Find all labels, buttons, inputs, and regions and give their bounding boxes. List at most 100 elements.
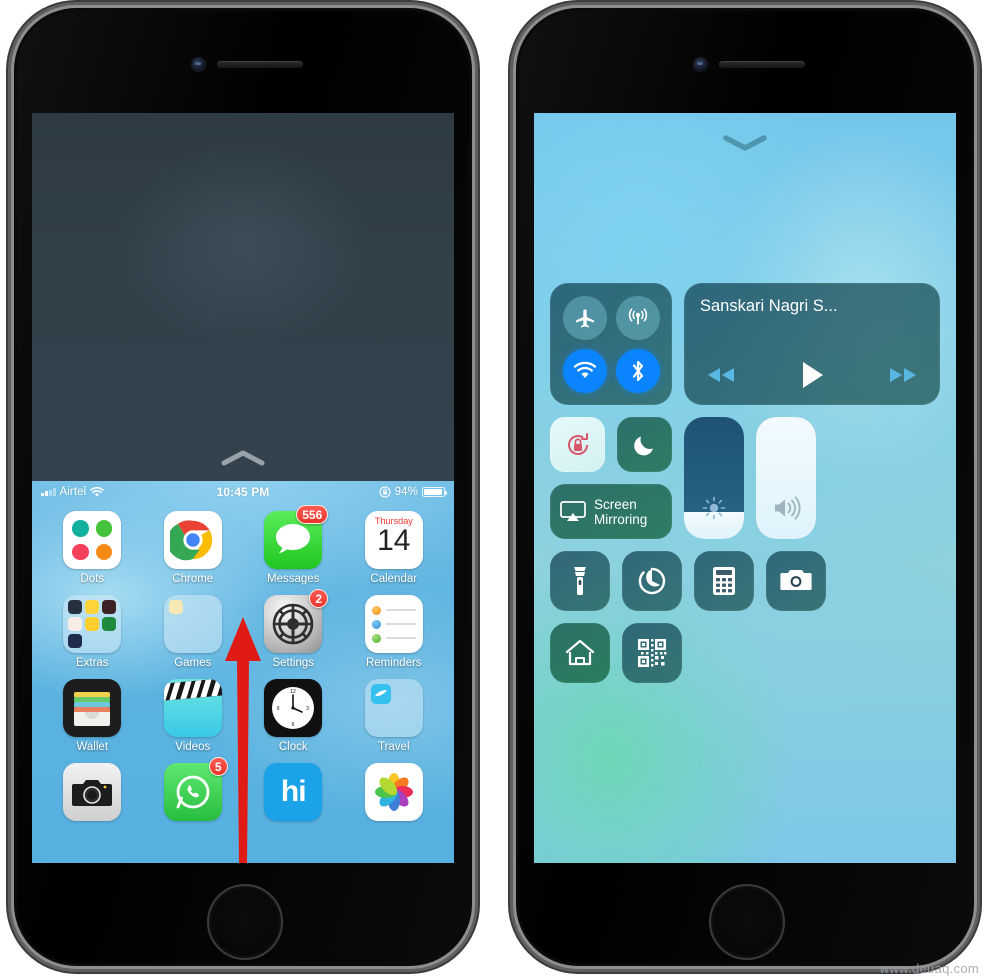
screen-mirroring-tile[interactable]: Screen Mirroring <box>550 484 672 539</box>
app-icon-chrome[interactable]: Chrome <box>156 511 230 585</box>
app-label: Videos <box>175 741 211 753</box>
chevron-up-icon[interactable] <box>221 449 265 467</box>
app-icon-games[interactable]: Games <box>156 595 230 669</box>
bluetooth-icon <box>632 360 643 381</box>
flashlight-icon <box>574 567 586 595</box>
badge-count: 556 <box>296 505 329 524</box>
fast-forward-button[interactable] <box>886 365 920 385</box>
calendar-app-icon: Thursday 14 <box>364 511 423 569</box>
app-label: Chrome <box>172 573 214 585</box>
battery-percent-label: 94% <box>394 486 418 498</box>
app-icon-videos[interactable]: Videos <box>156 679 230 753</box>
now-playing-controls <box>700 359 924 391</box>
home-shortcut[interactable] <box>550 623 610 683</box>
volume-slider[interactable] <box>756 417 816 539</box>
now-playing-tile[interactable]: Sanskari Nagri S... <box>684 283 940 405</box>
rotation-lock-toggle[interactable] <box>550 417 605 472</box>
app-icon-clock[interactable]: 12 3 6 9 Clock <box>256 679 330 753</box>
rotation-lock-icon <box>379 486 391 498</box>
home-button[interactable] <box>709 884 785 960</box>
airplane-icon <box>575 309 594 327</box>
left-phone-bezel <box>14 8 472 113</box>
dimmed-overlay-region <box>32 113 454 481</box>
rewind-button[interactable] <box>704 365 738 385</box>
timer-shortcut[interactable] <box>622 551 682 611</box>
camera-icon <box>780 570 812 591</box>
svg-text:6: 6 <box>292 722 295 728</box>
bluetooth-toggle[interactable] <box>615 348 660 393</box>
clapperboard-icon <box>163 679 222 701</box>
front-camera-icon <box>192 58 205 71</box>
qr-scanner-shortcut[interactable] <box>622 623 682 683</box>
signal-bars-icon <box>41 488 56 496</box>
control-center-row-4 <box>550 623 940 683</box>
hike-app-icon: hi <box>264 763 323 821</box>
screen-mirroring-label-line2: Mirroring <box>594 511 648 527</box>
app-icon-extras[interactable]: Extras <box>55 595 129 669</box>
app-icon-hike[interactable]: hi <box>256 763 330 825</box>
app-icon-dots[interactable]: Dots <box>55 511 129 585</box>
rotation-lock-icon <box>567 432 588 455</box>
do-not-disturb-toggle[interactable] <box>617 417 672 472</box>
app-icon-wallet[interactable]: Wallet <box>55 679 129 753</box>
camera-shortcut[interactable] <box>766 551 826 611</box>
chevron-down-icon[interactable] <box>723 133 767 151</box>
badge-count: 2 <box>309 589 329 608</box>
right-phone-bezel <box>516 8 974 113</box>
calculator-shortcut[interactable] <box>694 551 754 611</box>
cellular-data-toggle[interactable] <box>615 295 660 340</box>
control-center-row-2: Screen Mirroring <box>550 417 940 539</box>
app-label: Extras <box>75 657 109 669</box>
app-icon-settings[interactable]: 2 Settings <box>256 589 330 669</box>
cellular-icon <box>628 307 647 324</box>
control-center-row-1: Sanskari Nagri S... <box>550 283 940 405</box>
wifi-icon <box>573 361 596 378</box>
app-label: Wallet <box>76 741 109 753</box>
status-bar-left: Airtel <box>41 486 105 498</box>
earpiece-speaker <box>217 61 303 68</box>
wifi-toggle[interactable] <box>562 348 607 393</box>
svg-text:3: 3 <box>306 706 309 712</box>
overlay-glow <box>116 142 370 345</box>
connectivity-tile[interactable] <box>550 283 672 405</box>
toggles-and-mirroring: Screen Mirroring <box>550 417 672 539</box>
status-bar: Airtel 10:45 PM 94% <box>32 481 454 503</box>
app-label: Clock <box>278 741 308 753</box>
chrome-app-icon <box>163 511 222 569</box>
earpiece-speaker <box>719 61 805 68</box>
screenshot-stage: Airtel 10:45 PM 94% Dots Chrome 556 Mess… <box>0 0 987 980</box>
calendar-day: 14 <box>377 524 411 557</box>
travel-folder-icon <box>364 679 423 737</box>
home-screen: Airtel 10:45 PM 94% Dots Chrome 556 Mess… <box>32 481 454 863</box>
photos-app-icon <box>364 763 423 821</box>
flashlight-shortcut[interactable] <box>550 551 610 611</box>
app-label: Reminders <box>365 657 422 669</box>
app-icon-reminders[interactable]: Reminders <box>357 595 431 669</box>
home-button[interactable] <box>207 884 283 960</box>
play-button[interactable] <box>798 359 826 391</box>
app-icon-travel[interactable]: Travel <box>357 679 431 753</box>
right-phone-screen: Sanskari Nagri S... Screen Mirroring <box>534 113 956 863</box>
control-center: Sanskari Nagri S... Screen Mirroring <box>534 113 956 863</box>
app-icon-messages[interactable]: 556 Messages <box>256 505 330 585</box>
calculator-icon <box>713 567 735 595</box>
app-icon-camera[interactable] <box>55 763 129 825</box>
qr-code-icon <box>638 639 667 667</box>
control-center-panels: Sanskari Nagri S... Screen Mirroring <box>550 283 940 683</box>
battery-icon <box>422 487 447 497</box>
control-center-row-3 <box>550 551 940 611</box>
svg-text:12: 12 <box>290 689 296 695</box>
airplane-mode-toggle[interactable] <box>562 295 607 340</box>
app-label: Settings <box>272 657 315 669</box>
now-playing-title: Sanskari Nagri S... <box>700 297 838 315</box>
app-icon-calendar[interactable]: Thursday 14 Calendar <box>357 511 431 585</box>
dots-app-icon <box>63 511 122 569</box>
app-icon-photos[interactable] <box>357 763 431 825</box>
speaker-icon <box>756 495 816 521</box>
timer-icon <box>638 567 666 595</box>
brightness-icon <box>684 495 744 521</box>
wifi-icon <box>90 486 105 498</box>
app-icon-whatsapp[interactable]: 5 <box>156 757 230 825</box>
brightness-slider[interactable] <box>684 417 744 539</box>
app-label: Games <box>174 657 212 669</box>
